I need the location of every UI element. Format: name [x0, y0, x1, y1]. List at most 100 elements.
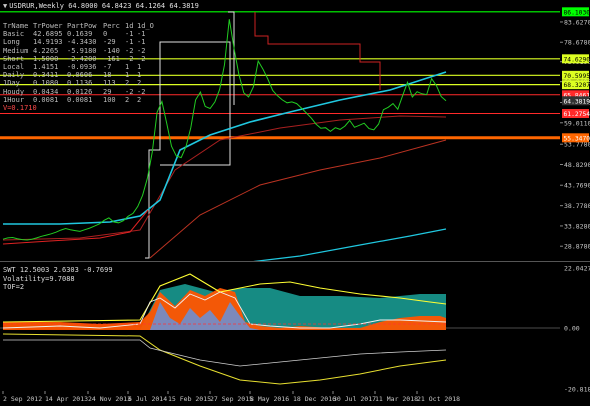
stats-cell: -5.9180	[67, 46, 97, 55]
stats-cell: Medium	[3, 46, 29, 55]
stats-row: Medium 4.2265 -5.9180 -140 -2 -2	[3, 47, 153, 55]
stats-header: TrName TrPower PartPow Perc 1d 1d_O	[3, 22, 154, 30]
x-tick-label: 27 Sep 2015	[210, 395, 253, 403]
stats-cell: -2	[137, 46, 146, 55]
tof-value: TOF=2	[3, 283, 25, 291]
y-tick-label: 59.0110	[564, 119, 590, 127]
stats-header-cell: 1d_O	[137, 22, 154, 30]
indicator-name-values: SWT 12.5003 2.6303 -0.7699	[3, 266, 113, 274]
stats-cell: -2	[125, 54, 134, 63]
stats-cell: Daily	[3, 71, 25, 80]
y-tick-label: 33.8280	[564, 222, 590, 230]
stats-cell: 1.4151	[33, 63, 59, 72]
stats-cell: Local	[3, 63, 25, 72]
upper-channel-line	[254, 12, 381, 90]
x-tick-label: 2 Sep 2012	[3, 395, 42, 403]
stats-row: Short 1.5000 -2.4200 -161 -2 -2	[3, 55, 153, 63]
x-tick-label: 18 Dec 2016	[293, 395, 336, 403]
x-tick-label: 8 May 2016	[250, 395, 289, 403]
symbol-quote: USDRUR,Weekly 64.8000 64.8423 64.1264 64…	[9, 2, 199, 10]
level-badge-text: 86.1030	[564, 9, 590, 16]
stats-cell: -29	[103, 38, 116, 47]
stats-cell: 0.0081	[67, 95, 93, 104]
stats-cell: 2	[125, 95, 130, 104]
stats-row: Basic 42.6895 0.1639 0 -1 -1	[3, 30, 153, 38]
level-badge: 55.3470	[562, 133, 590, 143]
level-badge-text: 64.3819	[564, 98, 590, 105]
x-tick-label: 30 Jul 2017	[333, 395, 376, 403]
stats-header-cell: TrPower	[33, 22, 63, 30]
stats-cell: 0.3411	[33, 71, 59, 80]
stats-cell: Houdy	[3, 87, 25, 96]
level-badge-text: 74.6290	[564, 56, 590, 63]
stats-header-cell: PartPow	[67, 22, 97, 30]
y-tick-label: 48.8290	[564, 161, 590, 169]
stats-cell: 29	[103, 87, 112, 96]
level-badge: 74.6290	[562, 54, 590, 64]
trend-line	[253, 228, 447, 261]
short-ma-line	[2, 209, 149, 245]
stats-cell: -2	[125, 87, 134, 96]
level-badge: 86.1030	[562, 7, 590, 17]
stats-cell: 14.9193	[33, 38, 63, 47]
stats-cell: 4.2265	[33, 46, 59, 55]
stats-row: Houdy 0.0434 0.0126 29 -2 -2	[3, 88, 153, 96]
stats-cell: Basic	[3, 30, 25, 39]
stats-cell: 0	[103, 30, 108, 39]
level-badge: 64.3819	[562, 96, 590, 106]
stats-cell: -0.0936	[67, 63, 97, 72]
stats-row: 1Hour 0.0081 0.0081 100 2 2	[3, 96, 153, 104]
x-tick-label: 21 Oct 2018	[417, 395, 460, 403]
stats-row: Local 1.4151 -0.0936 -7 1 1	[3, 63, 153, 71]
level-badge-text: 70.5995	[564, 73, 590, 80]
level-badge: 70.5995	[562, 70, 590, 80]
stats-header-cell: TrName	[3, 22, 29, 30]
stats-cell: 0.0434	[33, 87, 59, 96]
stats-cell: -2	[137, 54, 146, 63]
stats-cell: 1Hour	[3, 95, 25, 104]
level-badge-text: 68.3207	[564, 82, 590, 89]
level-badge-text: 61.2754	[564, 111, 590, 118]
collapse-arrow-icon[interactable]: ▼	[3, 2, 7, 10]
stats-cell: 0.1080	[33, 79, 59, 88]
stats-cell: -1	[125, 38, 134, 47]
stats-cell: 2	[137, 95, 142, 104]
stats-cell: -1	[125, 30, 134, 39]
y-tick-label: 38.7780	[564, 202, 590, 210]
stats-cell: -2	[125, 46, 134, 55]
stats-cell: Long	[3, 38, 20, 47]
stats-cell: Short	[3, 54, 25, 63]
stats-cell: 113	[103, 79, 116, 88]
y-tick-label: 83.6270	[564, 18, 590, 26]
lower-band-line	[2, 333, 447, 385]
stats-row: Long 14.9193 -4.3430 -29 -1 -1	[3, 38, 153, 46]
stats-cell: 2	[125, 79, 130, 88]
stats-cell: -4.3430	[67, 38, 97, 47]
lower-ma-line	[149, 139, 447, 259]
level-badge-text: 55.3470	[564, 135, 590, 142]
stats-cell: 1	[125, 63, 130, 72]
stats-cell: -2	[137, 87, 146, 96]
stats-cell: 0.1639	[67, 30, 93, 39]
stats-cell: 1	[125, 71, 130, 80]
stats-cell: -140	[103, 46, 120, 55]
stats-cell: 1	[137, 71, 142, 80]
time-axis: 2 Sep 2012 14 Apr 2013 24 Nov 20136 Jul 20…	[2, 391, 460, 403]
x-tick-label: 15 Feb 2015	[168, 395, 211, 403]
y-tick-label: 78.6780	[564, 39, 590, 47]
stats-cell: -7	[103, 63, 112, 72]
stats-cell: 1.5000	[33, 54, 59, 63]
stats-row: 1Day 0.1080 0.1136 113 2 2	[3, 79, 153, 87]
stats-cell: 0.0606	[67, 71, 93, 80]
stats-cell: 0.0126	[67, 87, 93, 96]
level-badge: 61.2754	[562, 109, 590, 119]
chart-title: ▼ USDRUR,Weekly 64.8000 64.8423 64.1264 6…	[3, 2, 199, 10]
price-chart-panel[interactable]: 83.627078.678073.919069.049063.952059.01…	[0, 0, 590, 261]
level-badge: 68.3207	[562, 80, 590, 90]
stats-cell: -2.4200	[67, 54, 97, 63]
stats-cell: -161	[103, 54, 120, 63]
stats-cell: -1	[137, 38, 146, 47]
stats-cell: 100	[103, 95, 116, 104]
slow-ma-line	[2, 115, 447, 241]
x-tick-label: 24 Nov 2013	[88, 395, 131, 403]
